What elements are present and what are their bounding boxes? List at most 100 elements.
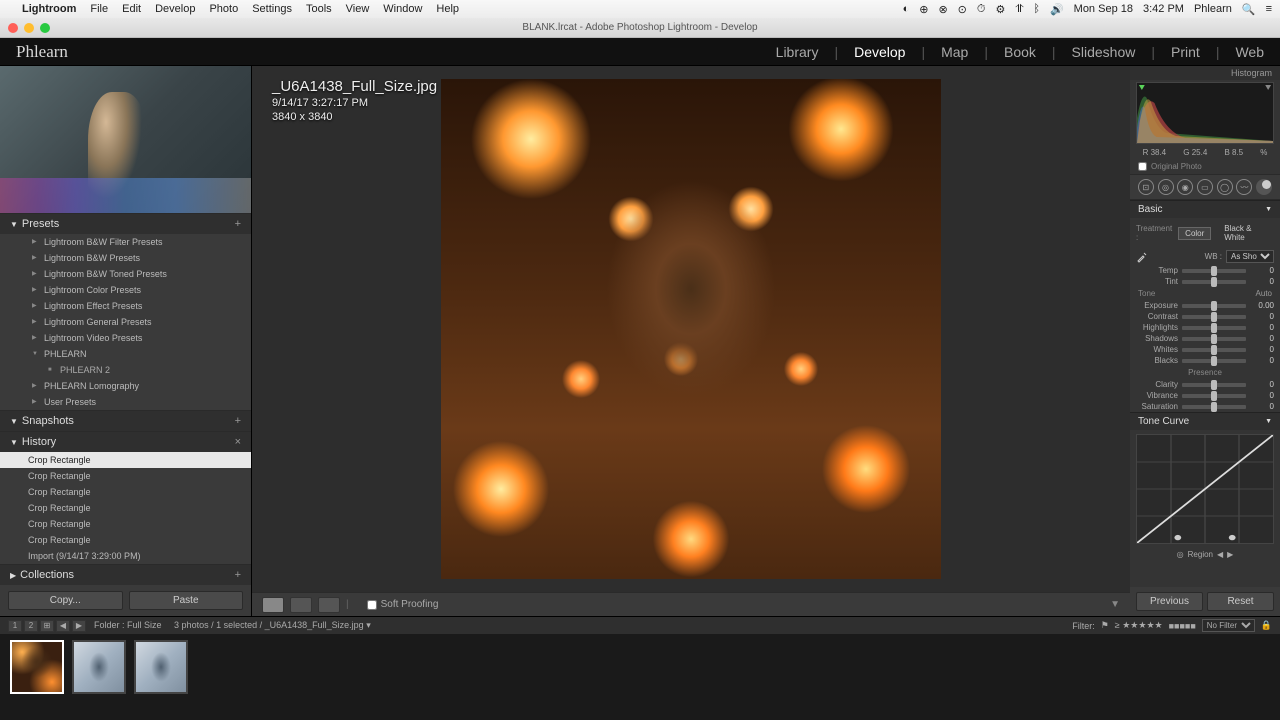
add-preset-icon[interactable]: + (235, 218, 241, 230)
filmstrip-thumb[interactable] (72, 640, 126, 694)
loupe-view-button[interactable] (262, 597, 284, 613)
menubar-icon[interactable]: ◐ (903, 3, 910, 15)
history-step[interactable]: Crop Rectangle (0, 532, 251, 548)
paste-button[interactable]: Paste (129, 591, 244, 610)
chevron-right-icon[interactable]: ▶ (1227, 550, 1233, 559)
zoom-window-button[interactable] (40, 23, 50, 33)
menubar-icon[interactable]: ⊕ (919, 3, 928, 16)
photo-canvas[interactable]: _U6A1438_Full_Size.jpg 9/14/17 3:27:17 P… (252, 66, 1130, 592)
preset-folder[interactable]: Lightroom B&W Toned Presets (0, 266, 251, 282)
history-panel-header[interactable]: ▼History × (0, 432, 251, 452)
before-after-lr-button[interactable] (290, 597, 312, 613)
temp-slider[interactable] (1182, 269, 1246, 273)
photo-preview[interactable] (441, 79, 941, 579)
preset-folder[interactable]: Lightroom B&W Presets (0, 250, 251, 266)
menubar-icon[interactable]: ⚙ (995, 3, 1005, 16)
module-library[interactable]: Library (776, 44, 819, 60)
minimize-window-button[interactable] (24, 23, 34, 33)
clear-history-icon[interactable]: × (235, 436, 241, 448)
clarity-value[interactable]: 0 (1250, 380, 1274, 389)
menu-window[interactable]: Window (383, 3, 422, 15)
tone-curve-panel-header[interactable]: Tone Curve▼ (1130, 412, 1280, 430)
snapshots-panel-header[interactable]: ▼Snapshots + (0, 411, 251, 431)
preset-folder[interactable]: Lightroom B&W Filter Presets (0, 234, 251, 250)
menu-tools[interactable]: Tools (306, 3, 332, 15)
whites-slider[interactable] (1182, 348, 1246, 352)
menu-edit[interactable]: Edit (122, 3, 141, 15)
menu-develop[interactable]: Develop (155, 3, 195, 15)
menubar-date[interactable]: Mon Sep 18 (1074, 3, 1133, 15)
menubar-icon[interactable]: ⊙ (958, 3, 967, 16)
blacks-value[interactable]: 0 (1250, 356, 1274, 365)
radial-filter-icon[interactable]: ◯ (1217, 179, 1233, 195)
clarity-slider[interactable] (1182, 383, 1246, 387)
filmstrip-current[interactable]: _U6A1438_Full_Size.jpg ▾ (265, 620, 371, 630)
preset-folder[interactable]: PHLEARN Lomography (0, 378, 251, 394)
history-step[interactable]: Import (9/14/17 3:29:00 PM) (0, 548, 251, 564)
chevron-left-icon[interactable]: ◀ (1217, 550, 1223, 559)
highlights-slider[interactable] (1182, 326, 1246, 330)
menubar-icon[interactable]: ⊗ (938, 3, 947, 16)
grid-view-icon[interactable]: ⊞ (40, 620, 54, 632)
label-filter-icon[interactable]: ■■■■■ (1169, 621, 1196, 631)
close-window-button[interactable] (8, 23, 18, 33)
second-monitor-1-button[interactable]: 1 (8, 620, 22, 632)
preset-folder[interactable]: Lightroom Color Presets (0, 282, 251, 298)
history-step[interactable]: Crop Rectangle (0, 468, 251, 484)
spotlight-icon[interactable]: 🔍 (1242, 3, 1256, 16)
menubar-time[interactable]: 3:42 PM (1143, 3, 1184, 15)
contrast-slider[interactable] (1182, 315, 1246, 319)
whites-value[interactable]: 0 (1250, 345, 1274, 354)
tone-curve-target-icon[interactable]: ◎ (1177, 550, 1184, 559)
history-step[interactable]: Crop Rectangle (0, 484, 251, 500)
tone-curve-graph[interactable] (1136, 434, 1274, 544)
blacks-slider[interactable] (1182, 359, 1246, 363)
filter-preset-dropdown[interactable]: No Filter (1202, 619, 1255, 632)
add-collection-icon[interactable]: + (235, 569, 241, 581)
rating-filter-icon[interactable]: ≥ ★★★★★ (1115, 620, 1163, 631)
copy-button[interactable]: Copy... (8, 591, 123, 610)
filter-lock-icon[interactable]: 🔒 (1261, 620, 1272, 631)
preset-folder[interactable]: Lightroom Video Presets (0, 330, 251, 346)
tint-slider[interactable] (1182, 280, 1246, 284)
adjustment-brush-icon[interactable]: 〰 (1236, 179, 1252, 195)
menu-settings[interactable]: Settings (252, 3, 292, 15)
presets-panel-header[interactable]: ▼Presets + (0, 214, 251, 234)
preset-folder[interactable]: User Presets (0, 394, 251, 410)
add-snapshot-icon[interactable]: + (235, 415, 241, 427)
wb-dropdown[interactable]: As Shot (1226, 250, 1274, 263)
graduated-filter-icon[interactable]: ▭ (1197, 179, 1213, 195)
exposure-slider[interactable] (1182, 304, 1246, 308)
saturation-slider[interactable] (1182, 405, 1246, 409)
module-book[interactable]: Book (1004, 44, 1036, 60)
filmstrip[interactable] (0, 634, 1280, 700)
auto-tone-button[interactable]: Auto (1256, 289, 1272, 298)
filmstrip-thumb[interactable] (10, 640, 64, 694)
histogram[interactable] (1136, 82, 1274, 144)
before-after-tb-button[interactable] (318, 597, 340, 613)
menu-view[interactable]: View (346, 3, 370, 15)
original-photo-checkbox[interactable] (1138, 162, 1147, 171)
crop-tool-icon[interactable]: ⊡ (1138, 179, 1154, 195)
reset-button[interactable]: Reset (1207, 592, 1274, 611)
treatment-bw[interactable]: Black & White (1217, 222, 1274, 244)
temp-value[interactable]: 0 (1250, 266, 1274, 275)
collections-panel-header[interactable]: ▶Collections + (0, 565, 251, 585)
bluetooth-icon[interactable]: ᛒ (1033, 3, 1040, 15)
preset-folder-phlearn[interactable]: PHLEARN (0, 346, 251, 362)
contrast-value[interactable]: 0 (1250, 312, 1274, 321)
toolbar-menu-icon[interactable]: ▼ (1110, 599, 1120, 610)
navigator-preview[interactable] (0, 66, 251, 213)
vibrance-slider[interactable] (1182, 394, 1246, 398)
tool-toggle-switch[interactable] (1256, 179, 1272, 195)
exposure-value[interactable]: 0.00 (1250, 301, 1274, 310)
history-step[interactable]: Crop Rectangle (0, 500, 251, 516)
preset-folder[interactable]: Lightroom General Presets (0, 314, 251, 330)
filmstrip-thumb[interactable] (134, 640, 188, 694)
module-map[interactable]: Map (941, 44, 968, 60)
flag-filter-icon[interactable]: ⚑ (1101, 620, 1109, 631)
back-icon[interactable]: ◀ (56, 620, 70, 632)
soft-proofing-checkbox[interactable] (367, 600, 377, 610)
tint-value[interactable]: 0 (1250, 277, 1274, 286)
wifi-icon[interactable]: ⥣ (1015, 3, 1023, 16)
